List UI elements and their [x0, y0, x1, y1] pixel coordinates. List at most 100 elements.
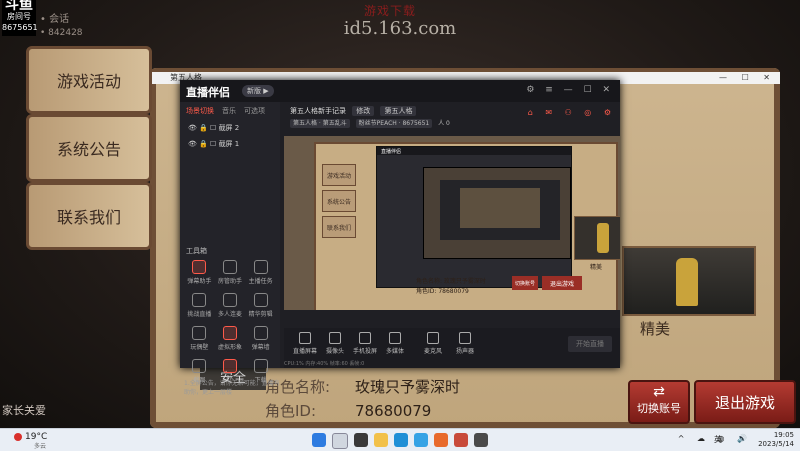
preview-nested-shot-3 [460, 188, 540, 228]
tab-game-activity[interactable]: 游戏活动 [26, 46, 152, 114]
window-controls[interactable]: — ☐ ✕ [719, 72, 776, 84]
preview-role-name: 角色名称: 玫瑰只予雾深时 [416, 278, 486, 285]
exit-game-button[interactable]: 退出游戏 [694, 380, 796, 424]
stream-tag[interactable]: 粉丝节PEACH · 8675651 [355, 119, 433, 128]
preview-parchment: 游戏活动 系统公告 联系我们 直播伴侣 角色名称: 玫瑰只予雾深时 角色ID: … [314, 142, 620, 310]
tab-scene-switch[interactable]: 场景切换 [186, 106, 214, 116]
wall-icon [253, 326, 268, 340]
character-preview[interactable] [622, 246, 756, 316]
system-tray[interactable]: ^ ☁ ◍ 🔊 [678, 434, 752, 443]
tool-label: 弹幕墙 [251, 344, 270, 351]
tool-danmu-wall[interactable]: 弹幕墙 [245, 326, 276, 351]
tab-contact-us[interactable]: 联系我们 [26, 182, 152, 250]
store-icon[interactable] [414, 433, 428, 447]
weather-icon [14, 432, 22, 441]
tool-label: 精华剪辑 [248, 311, 273, 318]
stream-title[interactable]: 第五人格新手记录 [290, 107, 346, 115]
streamer-logo: 斗鱼 [5, 0, 33, 13]
screen-icon [299, 332, 311, 344]
switch-account-label: 切换账号 [637, 402, 681, 415]
preview-tab: 联系我们 [322, 216, 356, 238]
source-label: 麦克风 [423, 348, 442, 355]
tool-danmu-assistant[interactable]: 弹幕助手 [184, 260, 215, 285]
preview-nested-shot-2 [440, 180, 560, 240]
stream-preview[interactable]: 游戏活动 系统公告 联系我们 直播伴侣 角色名称: 玫瑰只予雾深时 角色ID: … [284, 136, 620, 310]
avatar-icon [222, 326, 237, 340]
preview-character [574, 216, 620, 260]
stream-title-row: 第五人格新手记录 修改 第五人格 [290, 106, 417, 116]
search-icon[interactable] [332, 433, 348, 449]
tool-label: 挑战直播 [187, 311, 212, 318]
switch-icon: ⇄ [653, 384, 665, 400]
role-id-label: 角色ID: [265, 402, 317, 420]
weather-subtext: 多云 [34, 443, 47, 450]
tool-multi-mic[interactable]: 多人连麦 [215, 293, 246, 318]
site-url: id5.163.com [343, 18, 457, 39]
mic-icon [222, 293, 237, 307]
tool-doll-wall[interactable]: 玩偶壁 [184, 326, 215, 351]
preview-caption: 精美 [590, 264, 603, 271]
viewer-count: 人 0 [438, 120, 450, 127]
danmu-icon [192, 260, 207, 274]
parent-care-label[interactable]: 家长关爱 [2, 402, 46, 418]
task-view-icon[interactable] [354, 433, 368, 447]
stream-action-icons[interactable]: ⌂ ✉ ⚇ ◎ ⚙ [528, 108, 616, 117]
tool-streamer-task[interactable]: 主播任务 [245, 260, 276, 285]
app-icon[interactable] [434, 433, 448, 447]
clock-time: 19:05 [773, 431, 794, 439]
source-camera-button[interactable]: 摄像头 [320, 332, 350, 355]
camera-icon [329, 332, 341, 344]
version-badge[interactable]: 新版 ▶ [242, 85, 274, 97]
stream-tags-row: 第五人格 · 第五乱斗 粉丝节PEACH · 8675651 人 0 [290, 118, 450, 128]
source-label: 多媒体 [385, 348, 404, 355]
clock[interactable]: 19:05 2023/5/14 [758, 431, 794, 449]
source-screen-button[interactable]: 直播屏幕 [290, 332, 320, 355]
tool-challenge[interactable]: 挑战直播 [184, 293, 215, 318]
switch-account-button[interactable]: ⇄ 切换账号 [628, 380, 690, 424]
sidebar-notice: 1.全屏公告，请你无聊可能，直播有助你，更上一层楼 [184, 380, 280, 396]
task-icon [253, 260, 268, 274]
media-icon [389, 332, 401, 344]
user-icon [222, 260, 237, 274]
streaming-app-controls[interactable]: ⚙ ≡ — ☐ ✕ [526, 85, 614, 95]
source-label: 扬声器 [455, 348, 474, 355]
speaker-icon [459, 332, 471, 344]
blurred-text-1: • 会话 [40, 14, 70, 25]
scene-item[interactable]: 👁 🔒 ☐ 截屏 2 [180, 120, 280, 136]
streaming-app-titlebar[interactable]: 直播伴侣 新版 ▶ ⚙ ≡ — ☐ ✕ [180, 80, 620, 102]
streaming-app-icon[interactable] [474, 433, 488, 447]
tool-avatar[interactable]: 虚拟形象 [215, 326, 246, 351]
preview-tab: 游戏活动 [322, 164, 356, 186]
streamer-room-id: 8675651 [2, 23, 38, 32]
scene-item-label: 截屏 1 [218, 140, 240, 148]
edge-browser-icon[interactable] [394, 433, 408, 447]
challenge-icon [192, 293, 207, 307]
preview-role-id: 角色ID: 78680079 [416, 288, 469, 295]
speaker-button[interactable]: 扬声器 [450, 332, 480, 355]
tab-music[interactable]: 音乐 [222, 106, 236, 116]
source-phone-button[interactable]: 手机投屏 [350, 332, 380, 355]
microphone-button[interactable]: 麦克风 [418, 332, 448, 355]
phone-icon [359, 332, 371, 344]
source-media-button[interactable]: 多媒体 [380, 332, 410, 355]
role-info: 角色名称: 玫瑰只予雾深时 角色ID: 78680079 [265, 368, 605, 424]
tool-label: 玩偶壁 [190, 344, 209, 351]
taskbar-apps [312, 433, 488, 449]
go-live-button[interactable]: 开始直播 [568, 336, 612, 352]
windows-start-icon[interactable] [312, 433, 326, 447]
streamer-room-label: 房间号 [7, 12, 31, 21]
pk-icon [222, 359, 237, 373]
file-explorer-icon[interactable] [374, 433, 388, 447]
edit-title-button[interactable]: 修改 [352, 106, 375, 116]
tool-highlight-clip[interactable]: 精华剪辑 [245, 293, 276, 318]
stream-category[interactable]: 第五人格 [380, 106, 417, 116]
tool-room-manager[interactable]: 房管助手 [215, 260, 246, 285]
tool-label: 多人连麦 [217, 311, 242, 318]
stream-tag[interactable]: 第五人格 · 第五乱斗 [290, 119, 350, 128]
tab-system-notice[interactable]: 系统公告 [26, 114, 152, 182]
clock-date: 2023/5/14 [758, 440, 794, 448]
site-watermark: 游戏下载 [363, 4, 416, 18]
tab-options[interactable]: 可选项 [244, 106, 265, 116]
scene-item[interactable]: 👁 🔒 ☐ 截屏 1 [180, 136, 280, 152]
game-icon[interactable] [454, 433, 468, 447]
